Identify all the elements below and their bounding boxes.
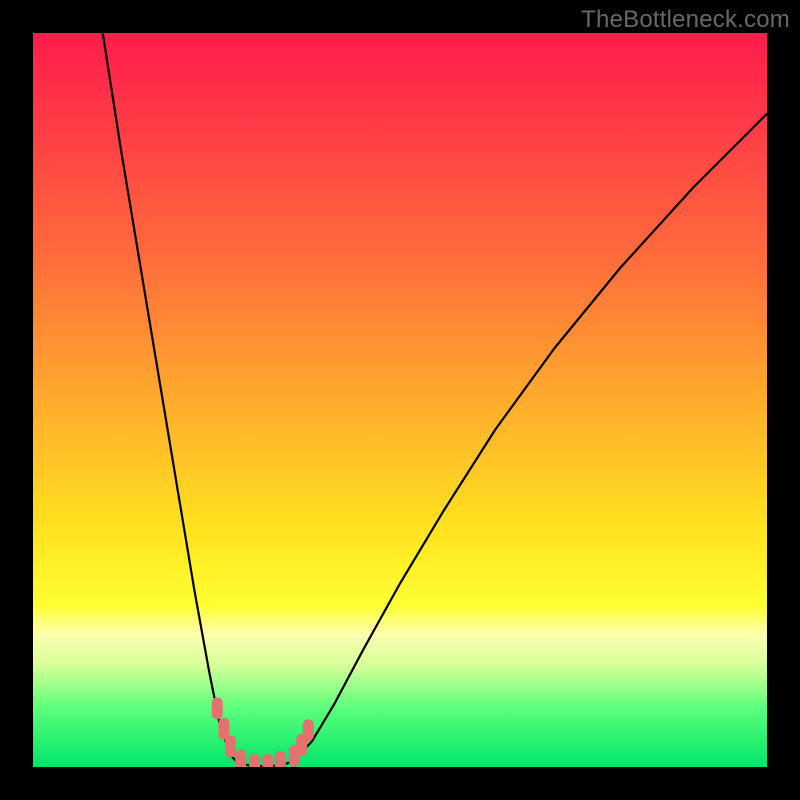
marker-point	[262, 754, 273, 767]
plot-area	[33, 33, 767, 767]
marker-point	[275, 751, 286, 767]
marker-point	[249, 754, 260, 767]
marker-point	[235, 749, 246, 767]
chart-svg	[33, 33, 767, 767]
marker-point	[225, 735, 236, 757]
watermark-text: TheBottleneck.com	[581, 6, 790, 34]
marker-point	[212, 697, 223, 719]
gradient-background	[33, 33, 767, 767]
outer-frame: TheBottleneck.com	[0, 0, 800, 800]
marker-point	[303, 719, 314, 741]
